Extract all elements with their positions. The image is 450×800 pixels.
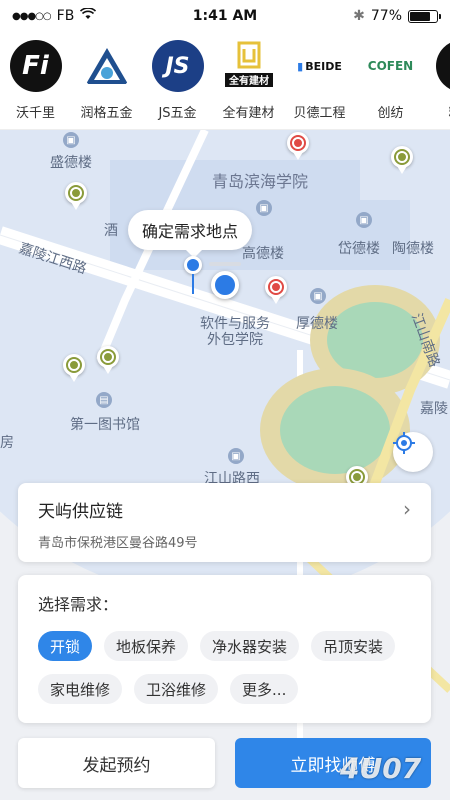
need-chip-unlock[interactable]: 开锁 bbox=[38, 631, 93, 661]
map-label: 第一图书馆 bbox=[70, 417, 140, 433]
bluetooth-icon: ✱ bbox=[353, 8, 365, 24]
map-label: 陶德楼 bbox=[392, 241, 434, 257]
map-label: 青岛滨海学院 bbox=[212, 172, 309, 191]
js-logo-icon: JS bbox=[151, 40, 204, 92]
red-worker-pin-icon[interactable] bbox=[287, 132, 309, 162]
battery-percent: 77% bbox=[370, 8, 402, 24]
brand-item-runge[interactable]: 润格五金 bbox=[71, 32, 142, 129]
chevron-right-icon: › bbox=[403, 497, 411, 521]
cofen-logo-icon: COFEN bbox=[364, 40, 417, 92]
crosshair-icon bbox=[393, 432, 415, 454]
battery-icon bbox=[408, 9, 441, 23]
quanyou-logo-icon: 全有建材 bbox=[222, 40, 275, 92]
address-name: 天屿供应链 bbox=[38, 502, 123, 522]
brand-name: 全有建材 bbox=[222, 106, 275, 121]
map-label: 嘉陵 bbox=[420, 401, 448, 417]
brand-name: 创纺 bbox=[377, 106, 404, 121]
woqianli-logo-icon: Fi bbox=[9, 40, 62, 92]
brand-name: JS五金 bbox=[158, 106, 197, 121]
brand-item-js[interactable]: JS JS五金 bbox=[142, 32, 213, 129]
locate-button[interactable] bbox=[393, 432, 433, 472]
building-icon: ▣ bbox=[228, 448, 244, 464]
needs-chips: 开锁 地板保养 净水器安装 吊顶安装 家电维修 卫浴维修 更多... bbox=[38, 631, 411, 704]
map-label: 厚德楼 bbox=[296, 316, 338, 332]
book-appointment-button[interactable]: 发起预约 bbox=[18, 738, 215, 788]
building-icon: ▣ bbox=[256, 200, 272, 216]
building-icon: ▣ bbox=[356, 212, 372, 228]
map-label: 外包学院 bbox=[207, 332, 263, 348]
map-label: 岱德楼 bbox=[338, 241, 380, 257]
brand-item-woqianli[interactable]: Fi 沃千里 bbox=[0, 32, 71, 129]
signal-icon: ●●●○○ bbox=[12, 10, 52, 22]
red-worker-pin-icon[interactable] bbox=[265, 276, 287, 306]
carrier-label: FB bbox=[56, 8, 75, 24]
map-label: 盛德楼 bbox=[50, 155, 92, 171]
brand-name: 贝德工程 bbox=[293, 106, 346, 121]
need-chip-appliance-repair[interactable]: 家电维修 bbox=[38, 674, 123, 704]
address-card[interactable]: 天屿供应链 青岛市保税港区曼谷路49号 › bbox=[18, 483, 431, 562]
current-location-icon bbox=[211, 271, 239, 299]
need-chip-bathroom-repair[interactable]: 卫浴维修 bbox=[134, 674, 219, 704]
green-worker-pin-icon[interactable] bbox=[391, 146, 413, 176]
need-chip-water-purifier[interactable]: 净水器安装 bbox=[200, 631, 300, 661]
building-icon: ▣ bbox=[310, 288, 326, 304]
wifi-icon bbox=[80, 7, 97, 24]
need-chip-floor-care[interactable]: 地板保养 bbox=[104, 631, 189, 661]
green-worker-pin-icon[interactable] bbox=[65, 182, 87, 212]
svg-text:全有建材: 全有建材 bbox=[228, 74, 269, 87]
brand-item-quanyou[interactable]: 全有建材 全有建材 bbox=[213, 32, 284, 129]
location-needle-icon bbox=[184, 256, 202, 296]
needs-card: 选择需求： 开锁 地板保养 净水器安装 吊顶安装 家电维修 卫浴维修 更多... bbox=[18, 575, 431, 723]
brand-item-cofen[interactable]: COFEN 创纺 bbox=[355, 32, 426, 129]
map-label: 房 bbox=[0, 435, 14, 451]
beide-logo-icon: ▮ BEIDE bbox=[293, 40, 346, 92]
brand-name: 润格五金 bbox=[80, 106, 133, 121]
needs-title: 选择需求： bbox=[38, 595, 119, 614]
need-chip-ceiling[interactable]: 吊顶安装 bbox=[311, 631, 396, 661]
map-label: 酒 bbox=[104, 223, 118, 239]
clock: 1:41 AM bbox=[192, 8, 258, 24]
address-detail: 青岛市保税港区曼谷路49号 bbox=[38, 536, 198, 551]
brand-name: 沃千里 bbox=[15, 106, 55, 121]
need-chip-more[interactable]: 更多... bbox=[230, 674, 299, 704]
map-label: 高德楼 bbox=[242, 246, 284, 262]
jingying-logo-icon bbox=[435, 40, 450, 92]
brand-item-jingying[interactable]: 精鹰 bbox=[426, 32, 450, 129]
library-icon: ▤ bbox=[96, 392, 112, 408]
location-tooltip: 确定需求地点 bbox=[128, 210, 253, 258]
watermark: 4U07 bbox=[340, 752, 422, 785]
green-worker-pin-icon[interactable] bbox=[63, 354, 85, 384]
runge-logo-icon bbox=[80, 40, 133, 92]
status-bar: ●●●○○ FB 1:41 AM ✱ 77% bbox=[0, 0, 450, 32]
drag-handle[interactable] bbox=[209, 262, 241, 266]
green-worker-pin-icon[interactable] bbox=[97, 346, 119, 376]
beide-logo-text: BEIDE bbox=[305, 59, 342, 73]
building-icon: ▣ bbox=[63, 132, 79, 148]
brand-item-beide[interactable]: ▮ BEIDE 贝德工程 bbox=[284, 32, 355, 129]
brand-carousel[interactable]: Fi 沃千里 润格五金 JS JS五金 全有建材 全有建材 ▮ BEIDE 贝德工… bbox=[0, 32, 450, 130]
